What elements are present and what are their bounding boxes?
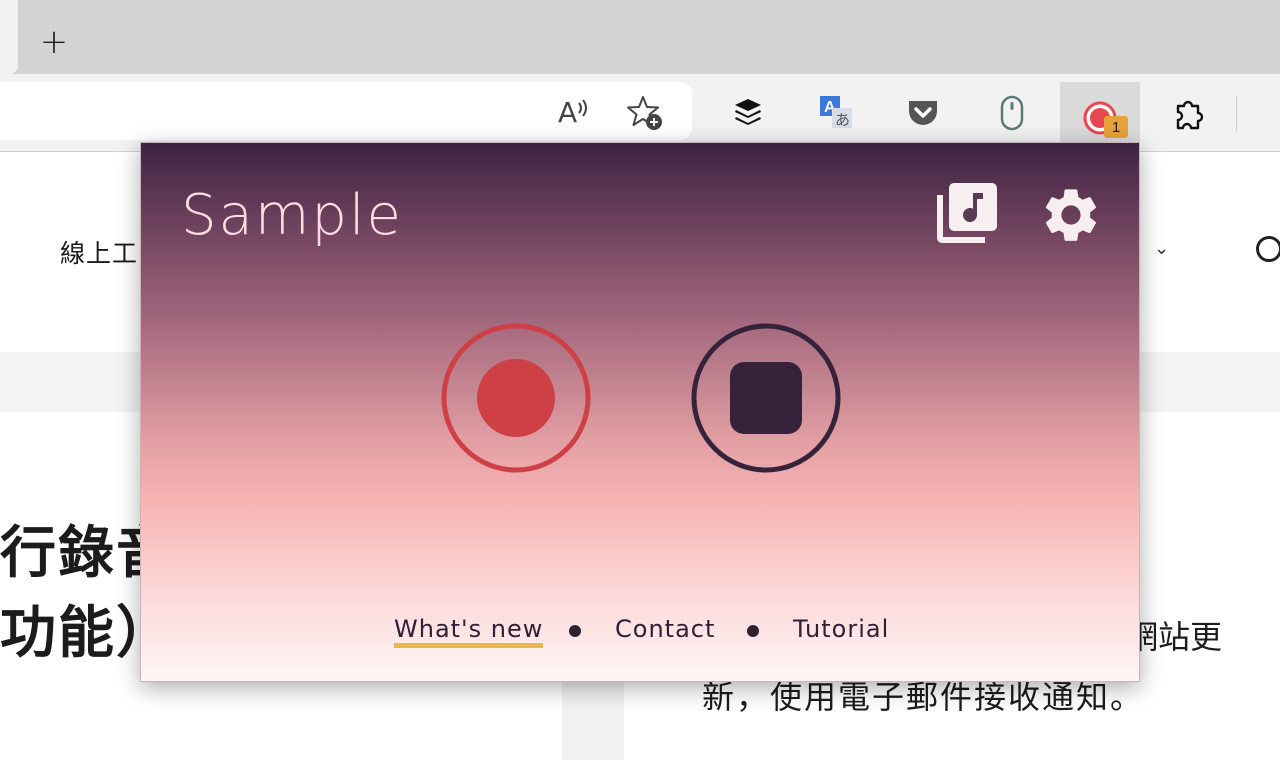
record-icon: [441, 323, 591, 473]
stop-button[interactable]: [691, 323, 841, 473]
page-paragraph-line1: 網站更: [1126, 618, 1223, 656]
music-library-icon: [937, 183, 997, 243]
pocket-icon[interactable]: [906, 96, 940, 128]
tab-strip: +: [0, 0, 1280, 74]
settings-button[interactable]: [1039, 183, 1103, 247]
music-library-button[interactable]: [935, 181, 999, 245]
address-bar[interactable]: A: [0, 82, 692, 140]
add-favorite-icon[interactable]: [626, 94, 664, 132]
new-tab-button[interactable]: +: [34, 22, 74, 62]
toolbar-separator: [1236, 96, 1237, 132]
extensions-icon[interactable]: [1170, 94, 1208, 132]
popup-title: Sample: [181, 183, 403, 248]
page-nav-item[interactable]: 線上工: [60, 234, 138, 270]
recorder-popup: Sample What's new Contact Tutorial: [140, 142, 1140, 682]
read-aloud-icon[interactable]: A: [556, 94, 592, 128]
screen-recorder-extension-button[interactable]: [1060, 82, 1140, 148]
chevron-down-icon[interactable]: ⌄: [1154, 238, 1169, 259]
svg-text:A: A: [558, 96, 577, 128]
search-icon[interactable]: [1256, 236, 1280, 262]
tutorial-link[interactable]: Tutorial: [793, 615, 889, 643]
buffer-icon[interactable]: [732, 96, 764, 128]
active-tab[interactable]: [0, 0, 18, 74]
popup-footer-links: What's new Contact Tutorial: [141, 615, 1139, 655]
browser-toolbar: A A あ 1: [0, 74, 1280, 152]
contact-link[interactable]: Contact: [615, 615, 715, 643]
record-button[interactable]: [441, 323, 591, 473]
translate-icon[interactable]: A あ: [818, 94, 854, 130]
svg-text:あ: あ: [835, 111, 850, 129]
whats-new-link[interactable]: What's new: [394, 615, 544, 648]
link-separator-dot: [569, 625, 581, 637]
gear-icon: [1045, 189, 1096, 241]
extension-badge: 1: [1104, 116, 1128, 138]
screen-recorder-icon: [1083, 101, 1117, 135]
mouse-icon[interactable]: [998, 94, 1026, 132]
stop-icon: [691, 323, 841, 473]
link-separator-dot: [747, 625, 759, 637]
page-divider: [562, 682, 624, 760]
